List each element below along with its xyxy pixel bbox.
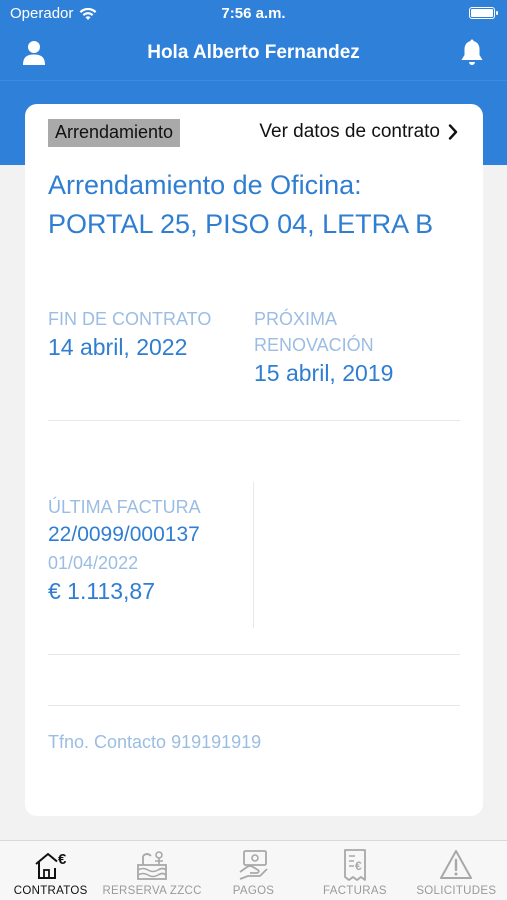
svg-text:€: € bbox=[355, 859, 362, 873]
divider bbox=[48, 420, 460, 421]
tab-facturas[interactable]: € FACTURAS bbox=[304, 841, 405, 900]
chevron-right-icon bbox=[448, 124, 458, 140]
app-header: Hola Alberto Fernandez bbox=[0, 28, 507, 80]
contract-type-badge: Arrendamiento bbox=[48, 119, 181, 147]
view-contract-link[interactable]: Ver datos de contrato bbox=[259, 121, 458, 143]
header-divider bbox=[0, 80, 507, 81]
contract-title: Arrendamiento de Oficina: PORTAL 25, PIS… bbox=[48, 170, 434, 239]
battery-icon bbox=[469, 7, 498, 19]
invoice-icon: € bbox=[344, 849, 366, 881]
greeting-title: Hola Alberto Fernandez bbox=[147, 42, 360, 63]
amenities-icon bbox=[137, 851, 168, 880]
tab-label: SOLICITUDES bbox=[416, 885, 497, 897]
clock: 7:56 a.m. bbox=[221, 5, 286, 22]
view-contract-label: Ver datos de contrato bbox=[259, 121, 440, 142]
end-date-label: FIN DE CONTRATO bbox=[48, 309, 212, 329]
tab-pagos[interactable]: PAGOS bbox=[203, 841, 304, 900]
tab-label: RERSERVA ZZCC bbox=[102, 885, 202, 897]
tab-label: PAGOS bbox=[232, 885, 275, 897]
invoice-label: ÚLTIMA FACTURA bbox=[48, 497, 201, 517]
tab-contratos[interactable]: € CONTRATOS bbox=[0, 841, 101, 900]
status-bar: Operador 7:56 a.m. bbox=[0, 0, 507, 28]
tab-label: CONTRATOS bbox=[13, 885, 88, 897]
contact-phone[interactable]: Tfno. Contacto 919191919 bbox=[48, 732, 261, 753]
tab-reserva-zzcc[interactable]: RERSERVA ZZCC bbox=[101, 841, 202, 900]
payment-icon bbox=[238, 850, 268, 880]
renewal-block: PRÓXIMA RENOVACIÓN 15 abril, 2019 bbox=[254, 306, 434, 388]
contract-card: Arrendamiento Ver datos de contrato Arre… bbox=[25, 104, 483, 816]
tab-solicitudes[interactable]: SOLICITUDES bbox=[406, 841, 507, 900]
tab-label: FACTURAS bbox=[323, 885, 387, 897]
renewal-value: 15 abril, 2019 bbox=[254, 360, 394, 386]
invoice-date: 01/04/2022 bbox=[48, 553, 139, 573]
svg-text:€: € bbox=[58, 851, 67, 868]
invoice-amount: € 1.113,87 bbox=[48, 578, 156, 604]
invoice-number: 22/0099/000137 bbox=[48, 523, 200, 546]
divider bbox=[48, 654, 460, 655]
renewal-label: PRÓXIMA RENOVACIÓN bbox=[254, 309, 374, 355]
end-date-block: FIN DE CONTRATO 14 abril, 2022 bbox=[48, 306, 211, 362]
divider bbox=[48, 705, 460, 706]
last-invoice-block[interactable]: ÚLTIMA FACTURA 22/0099/000137 01/04/2022… bbox=[48, 494, 201, 606]
end-date-value: 14 abril, 2022 bbox=[48, 334, 188, 360]
house-euro-icon: € bbox=[35, 851, 67, 879]
vertical-divider bbox=[253, 482, 254, 628]
warning-icon bbox=[440, 850, 473, 879]
bell-icon[interactable] bbox=[459, 39, 485, 67]
tab-bar: € CONTRATOS RERSERVA ZZCC PAGOS € FACTUR… bbox=[0, 840, 507, 900]
